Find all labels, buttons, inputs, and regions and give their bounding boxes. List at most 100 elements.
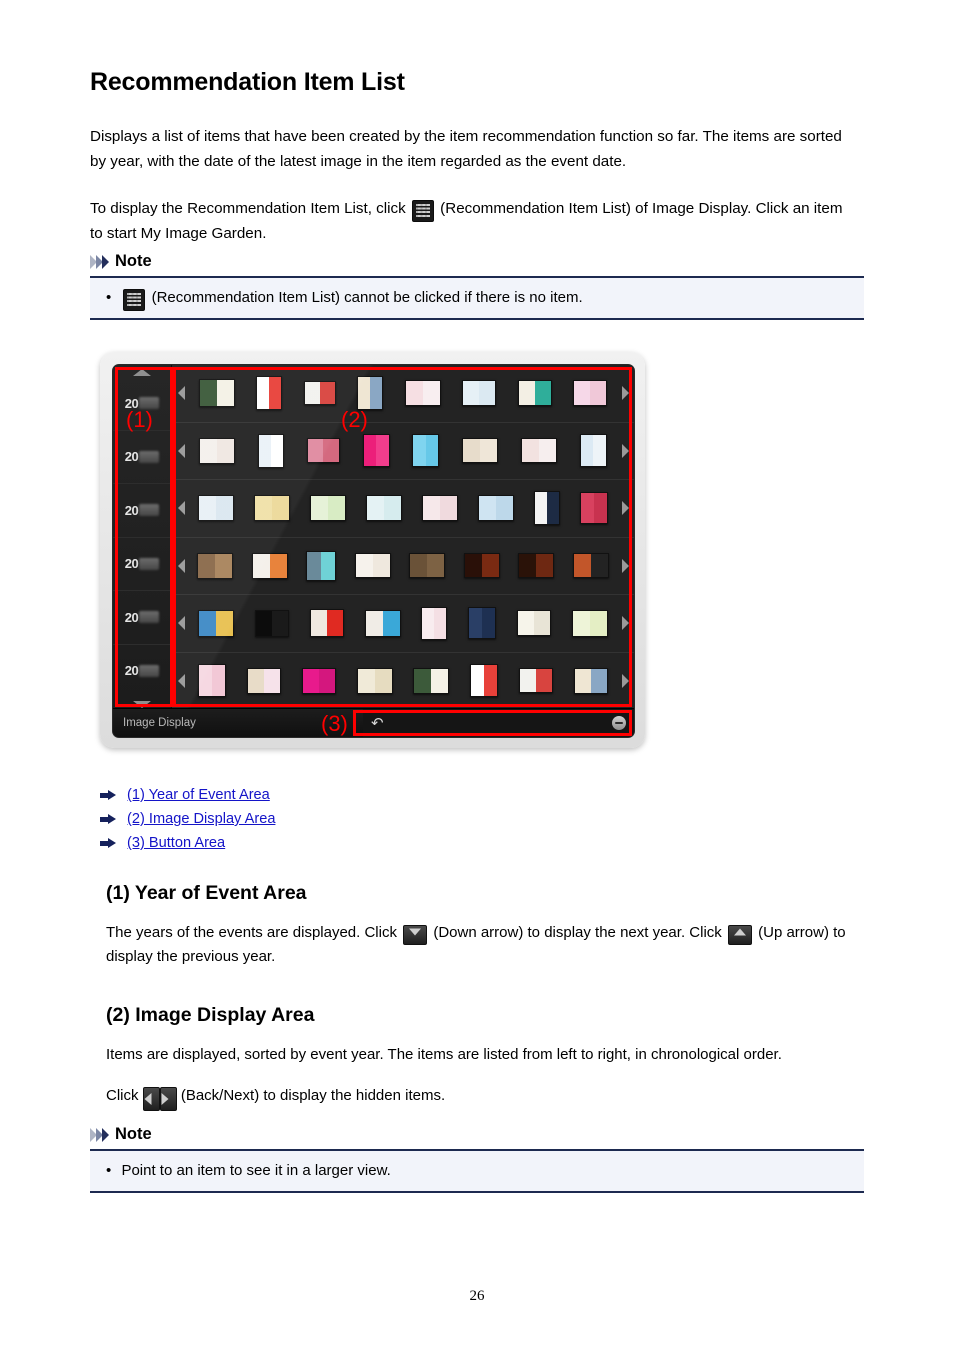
to-display-paragraph: To display the Recommendation Item List,… [90,196,855,246]
item-thumbnail[interactable] [254,495,290,522]
item-thumbnail[interactable] [462,380,497,407]
item-thumbnail[interactable] [421,606,448,640]
item-thumbnail[interactable] [199,437,236,464]
thumbnail-panel [463,439,481,463]
down-arrow-icon [403,925,428,946]
thumbnail-panel [496,496,513,521]
year-item[interactable]: 20 [113,484,171,538]
thumbnail-panel [357,668,375,693]
link-image-display-area[interactable]: (2) Image Display Area [127,811,275,827]
item-thumbnail[interactable] [306,550,337,581]
note-body: • Point to an item to see it in a larger… [90,1149,864,1193]
item-thumbnail[interactable] [573,667,608,694]
item-thumbnail[interactable] [258,433,285,468]
next-arrow-icon[interactable] [618,558,632,573]
item-thumbnail[interactable] [413,667,450,694]
minimize-icon[interactable] [612,716,626,730]
back-arrow-icon[interactable] [174,501,188,516]
item-thumbnail[interactable] [362,434,390,468]
link-year-of-event-area[interactable]: (1) Year of Event Area [127,787,270,803]
thumbnail-panel [248,668,265,693]
item-thumbnail[interactable] [516,610,551,637]
year-item[interactable]: 20 [113,538,171,591]
item-thumbnail[interactable] [310,495,346,522]
item-thumbnail[interactable] [573,380,608,407]
item-thumbnail[interactable] [197,552,234,579]
item-thumbnail[interactable] [198,379,235,408]
thumbnail-panel [534,381,551,406]
thumbnail-panel [482,608,496,639]
item-thumbnail[interactable] [366,495,402,522]
item-thumbnail[interactable] [301,667,336,694]
back-arrow-icon[interactable] [174,443,188,458]
item-thumbnail[interactable] [198,609,235,637]
item-thumbnail[interactable] [198,495,234,522]
thumbnail-panel [307,439,324,463]
item-thumbnail[interactable] [571,609,608,637]
item-thumbnail[interactable] [478,495,514,522]
list-item[interactable]: (3) Button Area [100,831,275,855]
item-thumbnail[interactable] [356,667,393,694]
thumbnail-panel [199,610,217,636]
arrow-bullet-icon [100,789,117,801]
item-thumbnail[interactable] [470,664,499,698]
thumbnail-panel [573,554,591,578]
item-thumbnail[interactable] [251,552,288,579]
back-arrow-icon[interactable] [174,616,188,631]
next-arrow-icon[interactable] [618,501,632,516]
item-thumbnail[interactable] [306,438,340,464]
back-button-icon[interactable]: ↶ [371,716,384,731]
item-thumbnail[interactable] [412,434,440,468]
thumbnail-panel [272,610,289,636]
back-arrow-icon[interactable] [174,558,188,573]
button-area-buttons: ↶ [363,709,634,737]
item-thumbnail[interactable] [462,438,499,464]
link-button-area[interactable]: (3) Button Area [127,835,225,851]
next-arrow-icon[interactable] [618,386,632,401]
item-thumbnail[interactable] [580,492,608,525]
image-row [172,653,634,710]
page-title: Recommendation Item List [90,68,405,96]
item-thumbnail[interactable] [572,553,609,579]
item-thumbnail[interactable] [409,553,446,579]
item-thumbnail[interactable] [579,434,607,468]
thumbnail-panel [363,435,377,467]
item-thumbnail[interactable] [354,553,391,579]
year-scroll-down-icon[interactable] [133,701,151,708]
item-thumbnail[interactable] [518,553,555,579]
thumbnail-panel [471,665,485,697]
item-thumbnail[interactable] [520,438,557,464]
next-arrow-icon[interactable] [618,443,632,458]
year-item[interactable]: 20 [113,431,171,484]
thumbnail-panel [440,496,457,521]
item-thumbnail[interactable] [357,376,384,411]
back-arrow-icon[interactable] [174,386,188,401]
list-item[interactable]: (1) Year of Event Area [100,783,275,807]
item-thumbnail[interactable] [517,380,552,407]
year-item[interactable]: 20 [113,645,171,698]
list-item[interactable]: (2) Image Display Area [100,807,275,831]
image-display-main: 20 20 20 20 20 20 [113,365,634,709]
item-thumbnail[interactable] [534,491,560,526]
item-thumbnail[interactable] [468,607,497,640]
item-thumbnail[interactable] [364,609,401,637]
thumbnail-panel [536,554,554,578]
thumbnail-panel [479,381,496,406]
year-scroll-up-icon[interactable] [133,369,151,376]
year-item[interactable]: 20 [113,591,171,645]
item-thumbnail[interactable] [255,609,290,637]
item-thumbnail[interactable] [309,609,344,638]
back-arrow-icon[interactable] [174,673,188,688]
thumbnail-panel [431,668,449,693]
next-arrow-icon[interactable] [618,616,632,631]
item-thumbnail[interactable] [404,380,441,407]
thumbnail-panel [479,496,496,521]
item-thumbnail[interactable] [463,553,500,579]
item-thumbnail[interactable] [303,381,336,406]
item-thumbnail[interactable] [422,495,458,522]
item-thumbnail[interactable] [247,667,282,694]
item-thumbnail[interactable] [256,376,283,411]
item-thumbnail[interactable] [518,668,553,694]
item-thumbnail[interactable] [198,664,227,698]
next-arrow-icon[interactable] [618,673,632,688]
